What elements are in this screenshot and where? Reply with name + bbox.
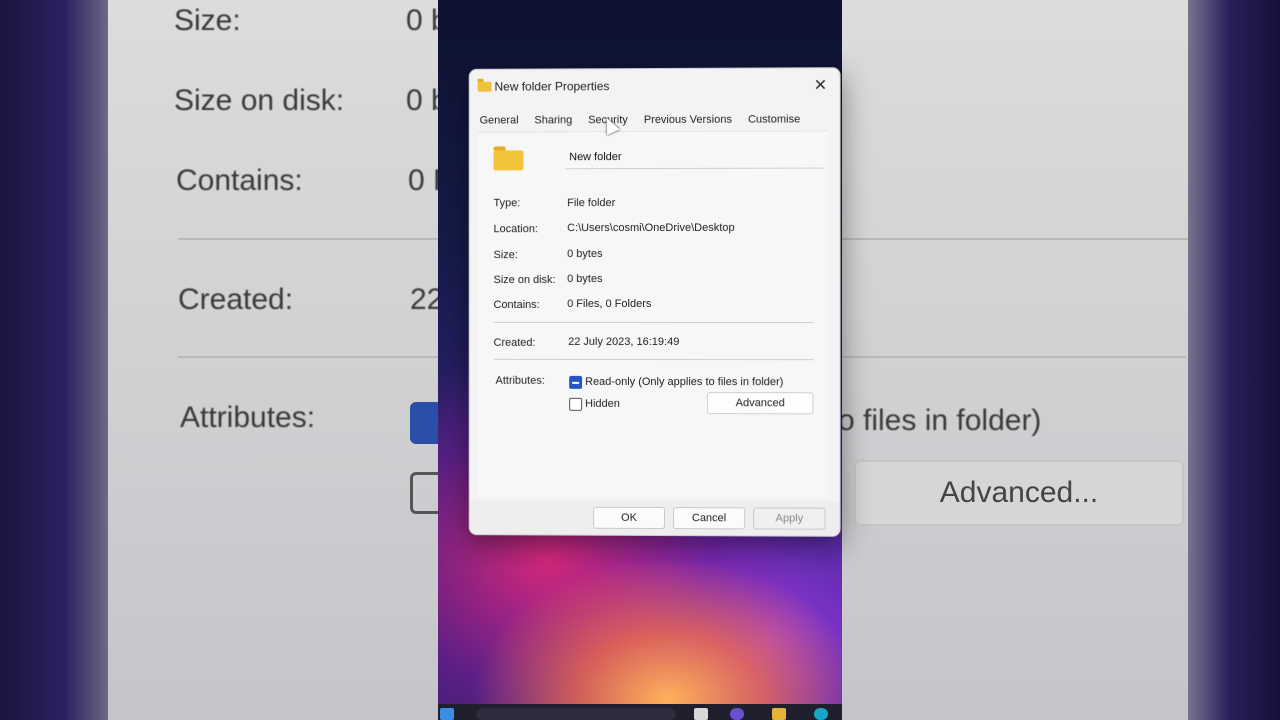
advanced-button[interactable]: Advanced [707, 392, 814, 415]
bg-advanced-button: Advanced... [854, 460, 1184, 526]
size-value: 0 bytes [567, 248, 603, 261]
bg-readonly-checkbox [410, 402, 438, 444]
folder-icon [493, 150, 524, 171]
background-zoom-left: Size: 0 b Size on disk: 0 b Contains: 0 … [0, 0, 438, 720]
bg-hidden-checkbox [410, 472, 438, 514]
bg-size-label: Size: [174, 4, 241, 37]
bg-readonly-tail: o files in folder) [842, 404, 1042, 437]
attributes-label: Attributes: [495, 374, 545, 387]
hidden-checkbox[interactable] [569, 397, 583, 411]
apply-label: Apply [775, 512, 804, 525]
ok-label: OK [621, 511, 637, 524]
size-on-disk-value: 0 bytes [567, 273, 603, 286]
bg-separator [842, 356, 1186, 358]
edge-icon[interactable] [814, 708, 828, 720]
bg-size-on-disk-value: 0 b [406, 84, 438, 117]
tab-previous-versions[interactable]: Previous Versions [642, 111, 734, 129]
bg-contains-label: Contains: [176, 164, 303, 197]
title-bar[interactable]: New folder Properties ✕ [470, 68, 840, 104]
background-edge [1188, 0, 1280, 720]
readonly-label: Read-only (Only applies to files in fold… [585, 375, 784, 389]
start-icon[interactable] [440, 708, 454, 720]
size-on-disk-label: Size on disk: [493, 274, 556, 287]
tab-general[interactable]: General [478, 111, 521, 129]
close-icon: ✕ [813, 77, 828, 95]
tab-bar: General Sharing Security Previous Versio… [478, 110, 815, 131]
separator [493, 321, 814, 324]
hidden-label: Hidden [585, 397, 620, 410]
advanced-label: Advanced [735, 397, 785, 410]
created-label: Created: [493, 336, 536, 349]
background-edge [0, 0, 108, 720]
location-value: C:\Users\cosmi\OneDrive\Desktop [567, 221, 735, 235]
ok-button[interactable]: OK [593, 506, 666, 530]
app-icon[interactable] [730, 708, 744, 720]
created-value: 22 July 2023, 16:19:49 [568, 335, 680, 349]
location-label: Location: [493, 223, 538, 236]
taskbar [438, 704, 842, 720]
bg-contains-value: 0 F [408, 164, 438, 197]
bg-separator [178, 356, 438, 358]
type-label: Type: [493, 197, 521, 210]
properties-dialog: New folder Properties ✕ General Sharing … [468, 67, 841, 537]
background-zoom-right: o files in folder) Advanced... [842, 0, 1280, 720]
task-view-icon[interactable] [694, 708, 708, 720]
readonly-checkbox[interactable] [569, 375, 583, 389]
general-panel: Type: File folder Location: C:\Users\cos… [477, 130, 828, 499]
cancel-label: Cancel [691, 512, 727, 525]
file-explorer-icon[interactable] [772, 708, 786, 720]
contains-value: 0 Files, 0 Folders [567, 298, 652, 310]
separator [493, 358, 814, 361]
cancel-button[interactable]: Cancel [673, 507, 746, 530]
dialog-title: New folder Properties [494, 79, 610, 94]
contains-label: Contains: [493, 299, 540, 311]
bg-size-value: 0 b [406, 4, 438, 37]
bg-separator [842, 238, 1188, 240]
bg-size-on-disk-label: Size on disk: [174, 84, 345, 117]
bg-created-label: Created: [178, 283, 294, 316]
folder-icon [477, 81, 492, 92]
size-label: Size: [493, 249, 518, 262]
type-value: File folder [567, 197, 616, 210]
bg-advanced-label: Advanced... [939, 476, 1099, 509]
dialog-footer: OK Cancel Apply [469, 500, 840, 536]
bg-separator [178, 238, 438, 240]
tab-sharing[interactable]: Sharing [532, 111, 574, 129]
apply-button[interactable]: Apply [753, 507, 826, 530]
search-box[interactable] [476, 708, 676, 720]
bg-attributes-label: Attributes: [180, 401, 316, 434]
close-button[interactable]: ✕ [809, 74, 831, 96]
tab-customise[interactable]: Customise [746, 110, 802, 128]
folder-name-input[interactable] [565, 145, 824, 170]
bg-created-value: 22 [410, 283, 438, 316]
